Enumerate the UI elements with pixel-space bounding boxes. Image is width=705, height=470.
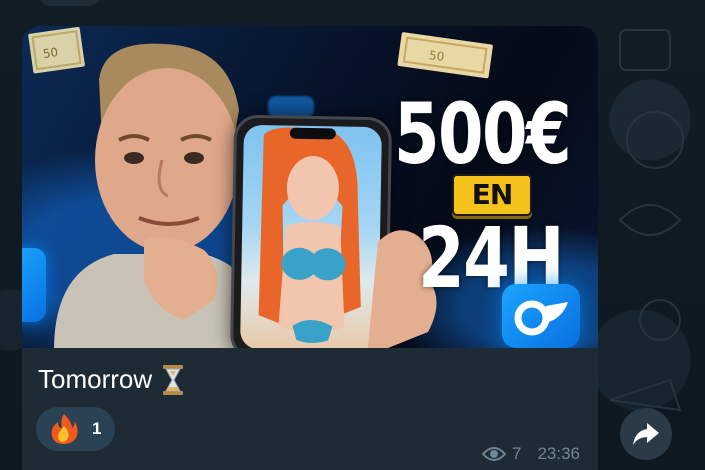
eye-icon: [481, 447, 506, 461]
phone-photo: [258, 127, 361, 344]
fire-icon: [51, 414, 78, 444]
phone-screen: [240, 124, 382, 348]
background-doodles: [609, 29, 684, 412]
reaction-count: 1: [92, 419, 102, 438]
post-image[interactable]: 50 50 500€ EN 24H: [22, 26, 598, 348]
view-count: 7: [511, 444, 522, 463]
caption-text: Tomorrow: [38, 364, 153, 394]
svg-text:50: 50: [428, 48, 445, 64]
post-time: 23:36: [537, 444, 580, 463]
post-caption: Tomorrow: [38, 364, 184, 395]
channel-post-bubble: 50 50 500€ EN 24H Tomorrow 1 7 23:36: [22, 26, 598, 470]
hourglass-icon: [163, 364, 184, 395]
phone-notch: [289, 127, 336, 140]
brand-logo-icon: [502, 284, 580, 348]
reaction-chip[interactable]: 1: [36, 407, 116, 451]
share-button[interactable]: [620, 408, 672, 460]
post-meta: 7 23:36: [481, 444, 580, 464]
previous-message-edge: [40, 0, 100, 6]
share-arrow-icon: [633, 423, 659, 445]
headline-amount: 500€: [394, 85, 572, 183]
